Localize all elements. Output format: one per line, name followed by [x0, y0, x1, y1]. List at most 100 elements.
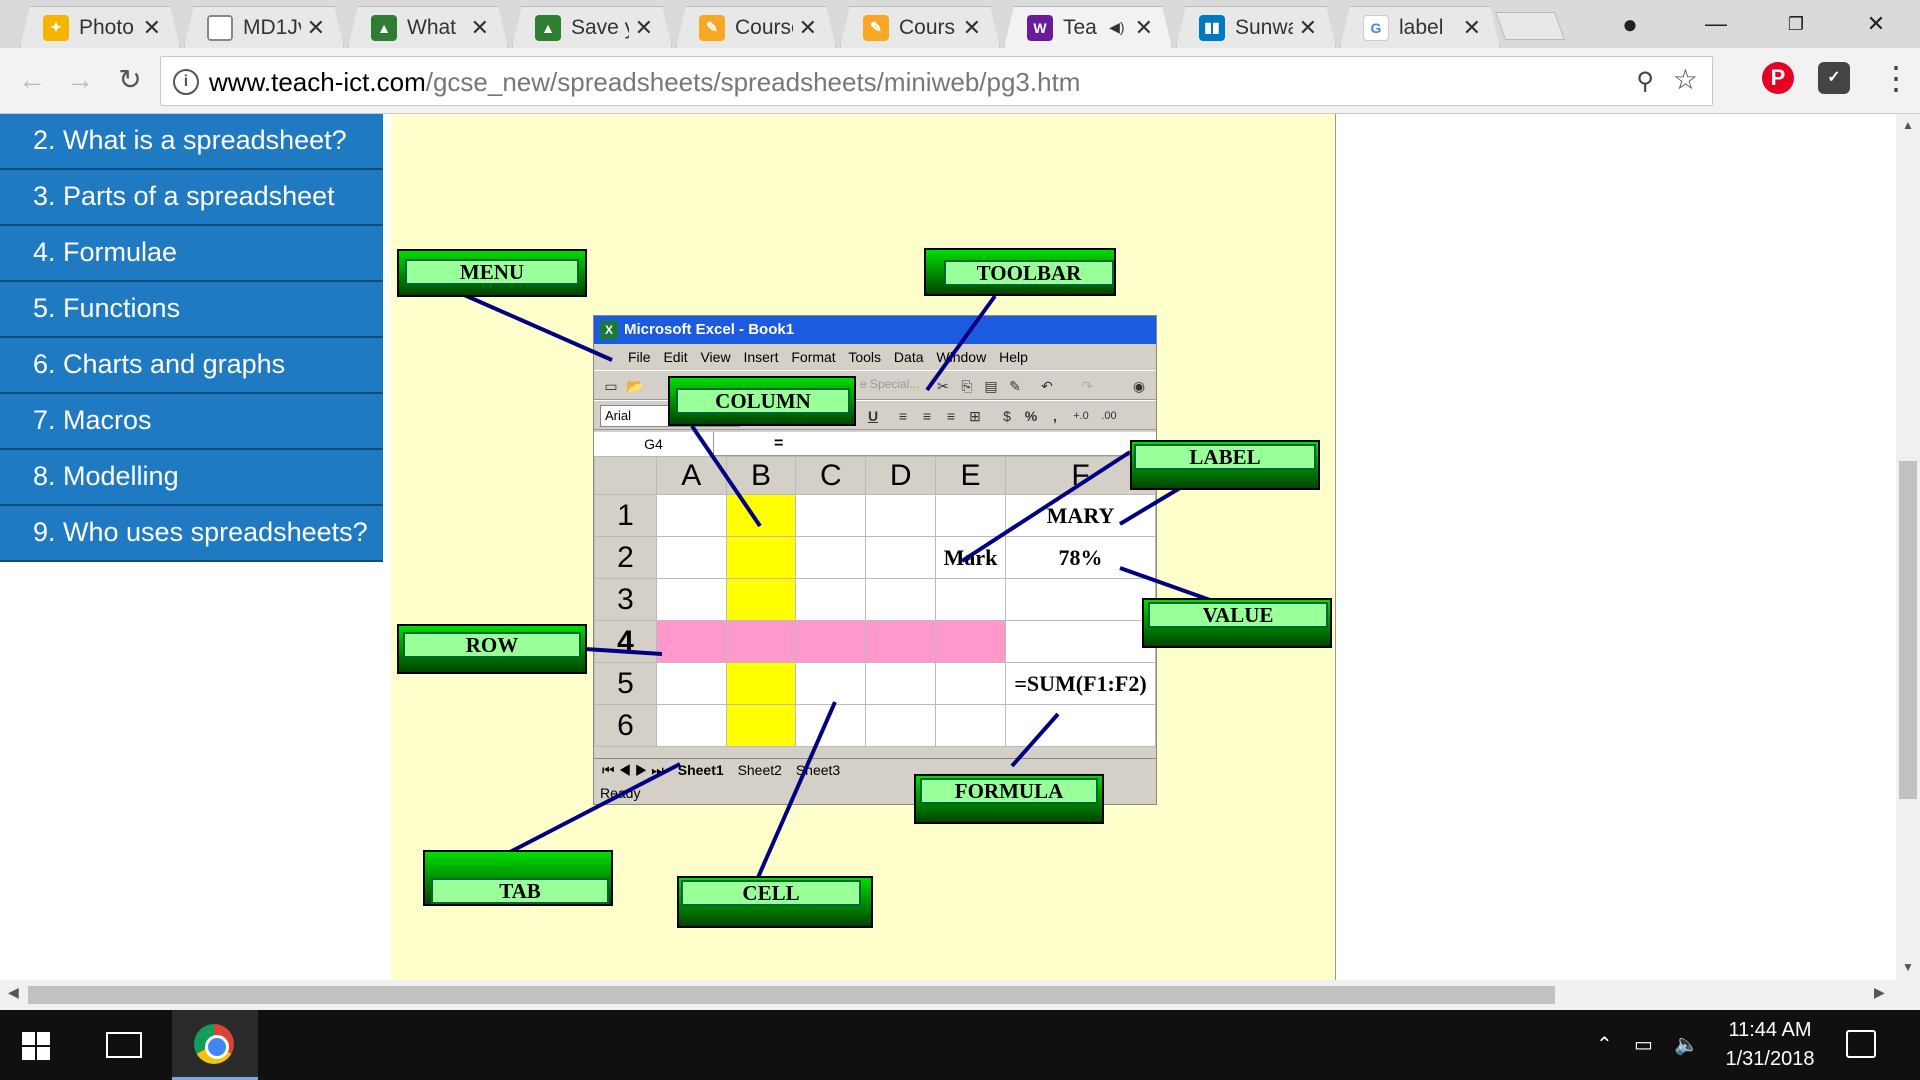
cell	[655, 662, 727, 705]
close-icon[interactable]: ✕	[963, 15, 981, 41]
windows-start-icon[interactable]	[22, 1032, 50, 1060]
close-icon[interactable]: ✕	[1463, 15, 1481, 41]
browser-tab[interactable]: MD1Jv ✕	[184, 6, 344, 48]
paste-icon: ▤	[984, 378, 998, 394]
sidebar-item-parts[interactable]: 3. Parts of a spreadsheet	[0, 170, 383, 226]
chrome-taskbar-button[interactable]	[172, 1010, 258, 1080]
browser-tab[interactable]: ▲ What ✕	[348, 6, 508, 48]
cell	[795, 494, 867, 537]
forward-button[interactable]: →	[60, 60, 100, 100]
toolbar-label: TOOLBAR	[924, 248, 1116, 296]
pinterest-icon[interactable]: P	[1762, 62, 1794, 94]
new-file-icon: ▭	[604, 378, 618, 394]
volume-icon[interactable]: 🔈	[1674, 1010, 1699, 1080]
currency-icon: $	[1003, 408, 1011, 424]
pocket-icon[interactable]: ✓	[1818, 62, 1850, 94]
sidebar-item-who-uses[interactable]: 9. Who uses spreadsheets?	[0, 506, 383, 562]
tab-strip: ✦ Photo ✕ MD1Jv ✕ ▲ What ✕ ▲ Save y ✕ ✎ …	[0, 0, 1920, 48]
sheet-tab-1: Sheet1	[677, 762, 724, 778]
sidebar-item-macros[interactable]: 7. Macros	[0, 394, 383, 450]
browser-tab[interactable]: G label ✕	[1340, 6, 1500, 48]
battery-icon[interactable]: ▭	[1634, 1010, 1653, 1080]
cell	[935, 662, 1007, 705]
minimize-button[interactable]: —	[1686, 4, 1746, 44]
reload-button[interactable]: ↻	[110, 60, 150, 100]
google-icon: G	[1363, 15, 1389, 41]
vertical-scrollbar[interactable]: ▲ ▼	[1896, 114, 1920, 980]
menu-file: File	[628, 349, 651, 365]
browser-tab[interactable]: ▮▮ Sunwa ✕	[1176, 6, 1336, 48]
corner-cell	[594, 456, 657, 495]
align-left-icon: ≡	[898, 408, 908, 424]
excel-icon: X	[600, 321, 618, 339]
column-label: COLUMN	[668, 376, 856, 426]
cell	[865, 662, 937, 705]
system-clock[interactable]: 11:44 AM 1/31/2018	[1700, 1016, 1840, 1074]
close-icon[interactable]: ✕	[307, 15, 325, 41]
tray-chevron-icon[interactable]: ⌃	[1596, 1010, 1613, 1080]
horizontal-scroll-thumb[interactable]	[28, 986, 1555, 1004]
clock-time: 11:44 AM	[1728, 1019, 1812, 1041]
cell-f2: 78%	[1005, 536, 1156, 579]
cell	[795, 536, 867, 579]
horizontal-scrollbar[interactable]: ◀ ▶	[0, 980, 1896, 1010]
sidebar-item-formulae[interactable]: 4. Formulae	[0, 226, 383, 282]
cell	[655, 578, 727, 621]
scroll-down-icon[interactable]: ▼	[1896, 960, 1920, 974]
cell	[1005, 620, 1156, 663]
browser-tab-active[interactable]: W Tea ◀) ✕	[1004, 6, 1172, 48]
menu-insert: Insert	[743, 349, 779, 365]
cell	[865, 620, 937, 663]
undo-icon: ↶	[1041, 378, 1053, 394]
scroll-right-icon[interactable]: ▶	[1874, 984, 1885, 1001]
sidebar-item-what-is[interactable]: 2. What is a spreadsheet?	[0, 114, 383, 170]
scroll-corner	[1896, 980, 1920, 1010]
label-label-text: LABEL	[1134, 444, 1316, 470]
browser-tab[interactable]: ▲ Save y ✕	[512, 6, 672, 48]
cell	[655, 494, 727, 537]
sidebar-item-charts[interactable]: 6. Charts and graphs	[0, 338, 383, 394]
close-window-button[interactable]: ✕	[1846, 4, 1906, 44]
merge-icon: ⊞	[969, 408, 981, 424]
bookmark-star-icon[interactable]: ☆	[1673, 63, 1698, 96]
action-center-icon[interactable]	[1846, 1030, 1876, 1058]
back-button[interactable]: ←	[12, 60, 52, 100]
browser-tab[interactable]: ✦ Photo ✕	[20, 6, 180, 48]
cell-f1: MARY	[1005, 494, 1156, 537]
cell	[655, 536, 727, 579]
cell	[935, 578, 1007, 621]
sidebar-item-functions[interactable]: 5. Functions	[0, 282, 383, 338]
increase-decimal-icon: +.0	[1073, 410, 1089, 422]
tab-title: Cours	[899, 15, 956, 39]
classroom-icon: ▲	[371, 15, 397, 41]
new-tab-button[interactable]	[1494, 12, 1566, 40]
tab-label-text: TAB	[431, 878, 609, 904]
percent-icon: %	[1024, 408, 1038, 424]
close-icon[interactable]: ✕	[635, 15, 653, 41]
pencil-icon: ✎	[699, 15, 725, 41]
document-icon	[207, 15, 233, 41]
tab-title: Save y	[571, 15, 619, 39]
browser-menu-icon[interactable]: ⋮	[1880, 58, 1912, 98]
info-icon[interactable]: i	[173, 69, 199, 95]
task-view-icon[interactable]	[106, 1032, 142, 1058]
close-icon[interactable]: ✕	[471, 15, 489, 41]
speaker-icon[interactable]: ◀)	[1109, 19, 1124, 36]
copy-icon: ⎘	[961, 378, 973, 394]
zoom-icon[interactable]: ⚲	[1636, 67, 1654, 96]
vertical-scroll-thumb[interactable]	[1899, 461, 1917, 799]
close-icon[interactable]: ✕	[1299, 15, 1317, 41]
url-text[interactable]: www.teach-ict.com/gcse_new/spreadsheets/…	[209, 67, 1080, 98]
browser-tab[interactable]: ✎ Course ✕	[676, 6, 836, 48]
address-bar[interactable]: i www.teach-ict.com/gcse_new/spreadsheet…	[160, 56, 1713, 106]
cell-e2: Mark	[935, 536, 1007, 579]
close-icon[interactable]: ✕	[799, 15, 817, 41]
scroll-left-icon[interactable]: ◀	[8, 984, 19, 1001]
sidebar-item-modelling[interactable]: 8. Modelling	[0, 450, 383, 506]
close-icon[interactable]: ✕	[143, 15, 161, 41]
close-icon[interactable]: ✕	[1135, 15, 1153, 41]
browser-tab[interactable]: ✎ Cours ✕	[840, 6, 1000, 48]
restore-button[interactable]: ❐	[1766, 4, 1826, 44]
profile-icon[interactable]: ●	[1600, 4, 1660, 44]
scroll-up-icon[interactable]: ▲	[1896, 118, 1920, 132]
